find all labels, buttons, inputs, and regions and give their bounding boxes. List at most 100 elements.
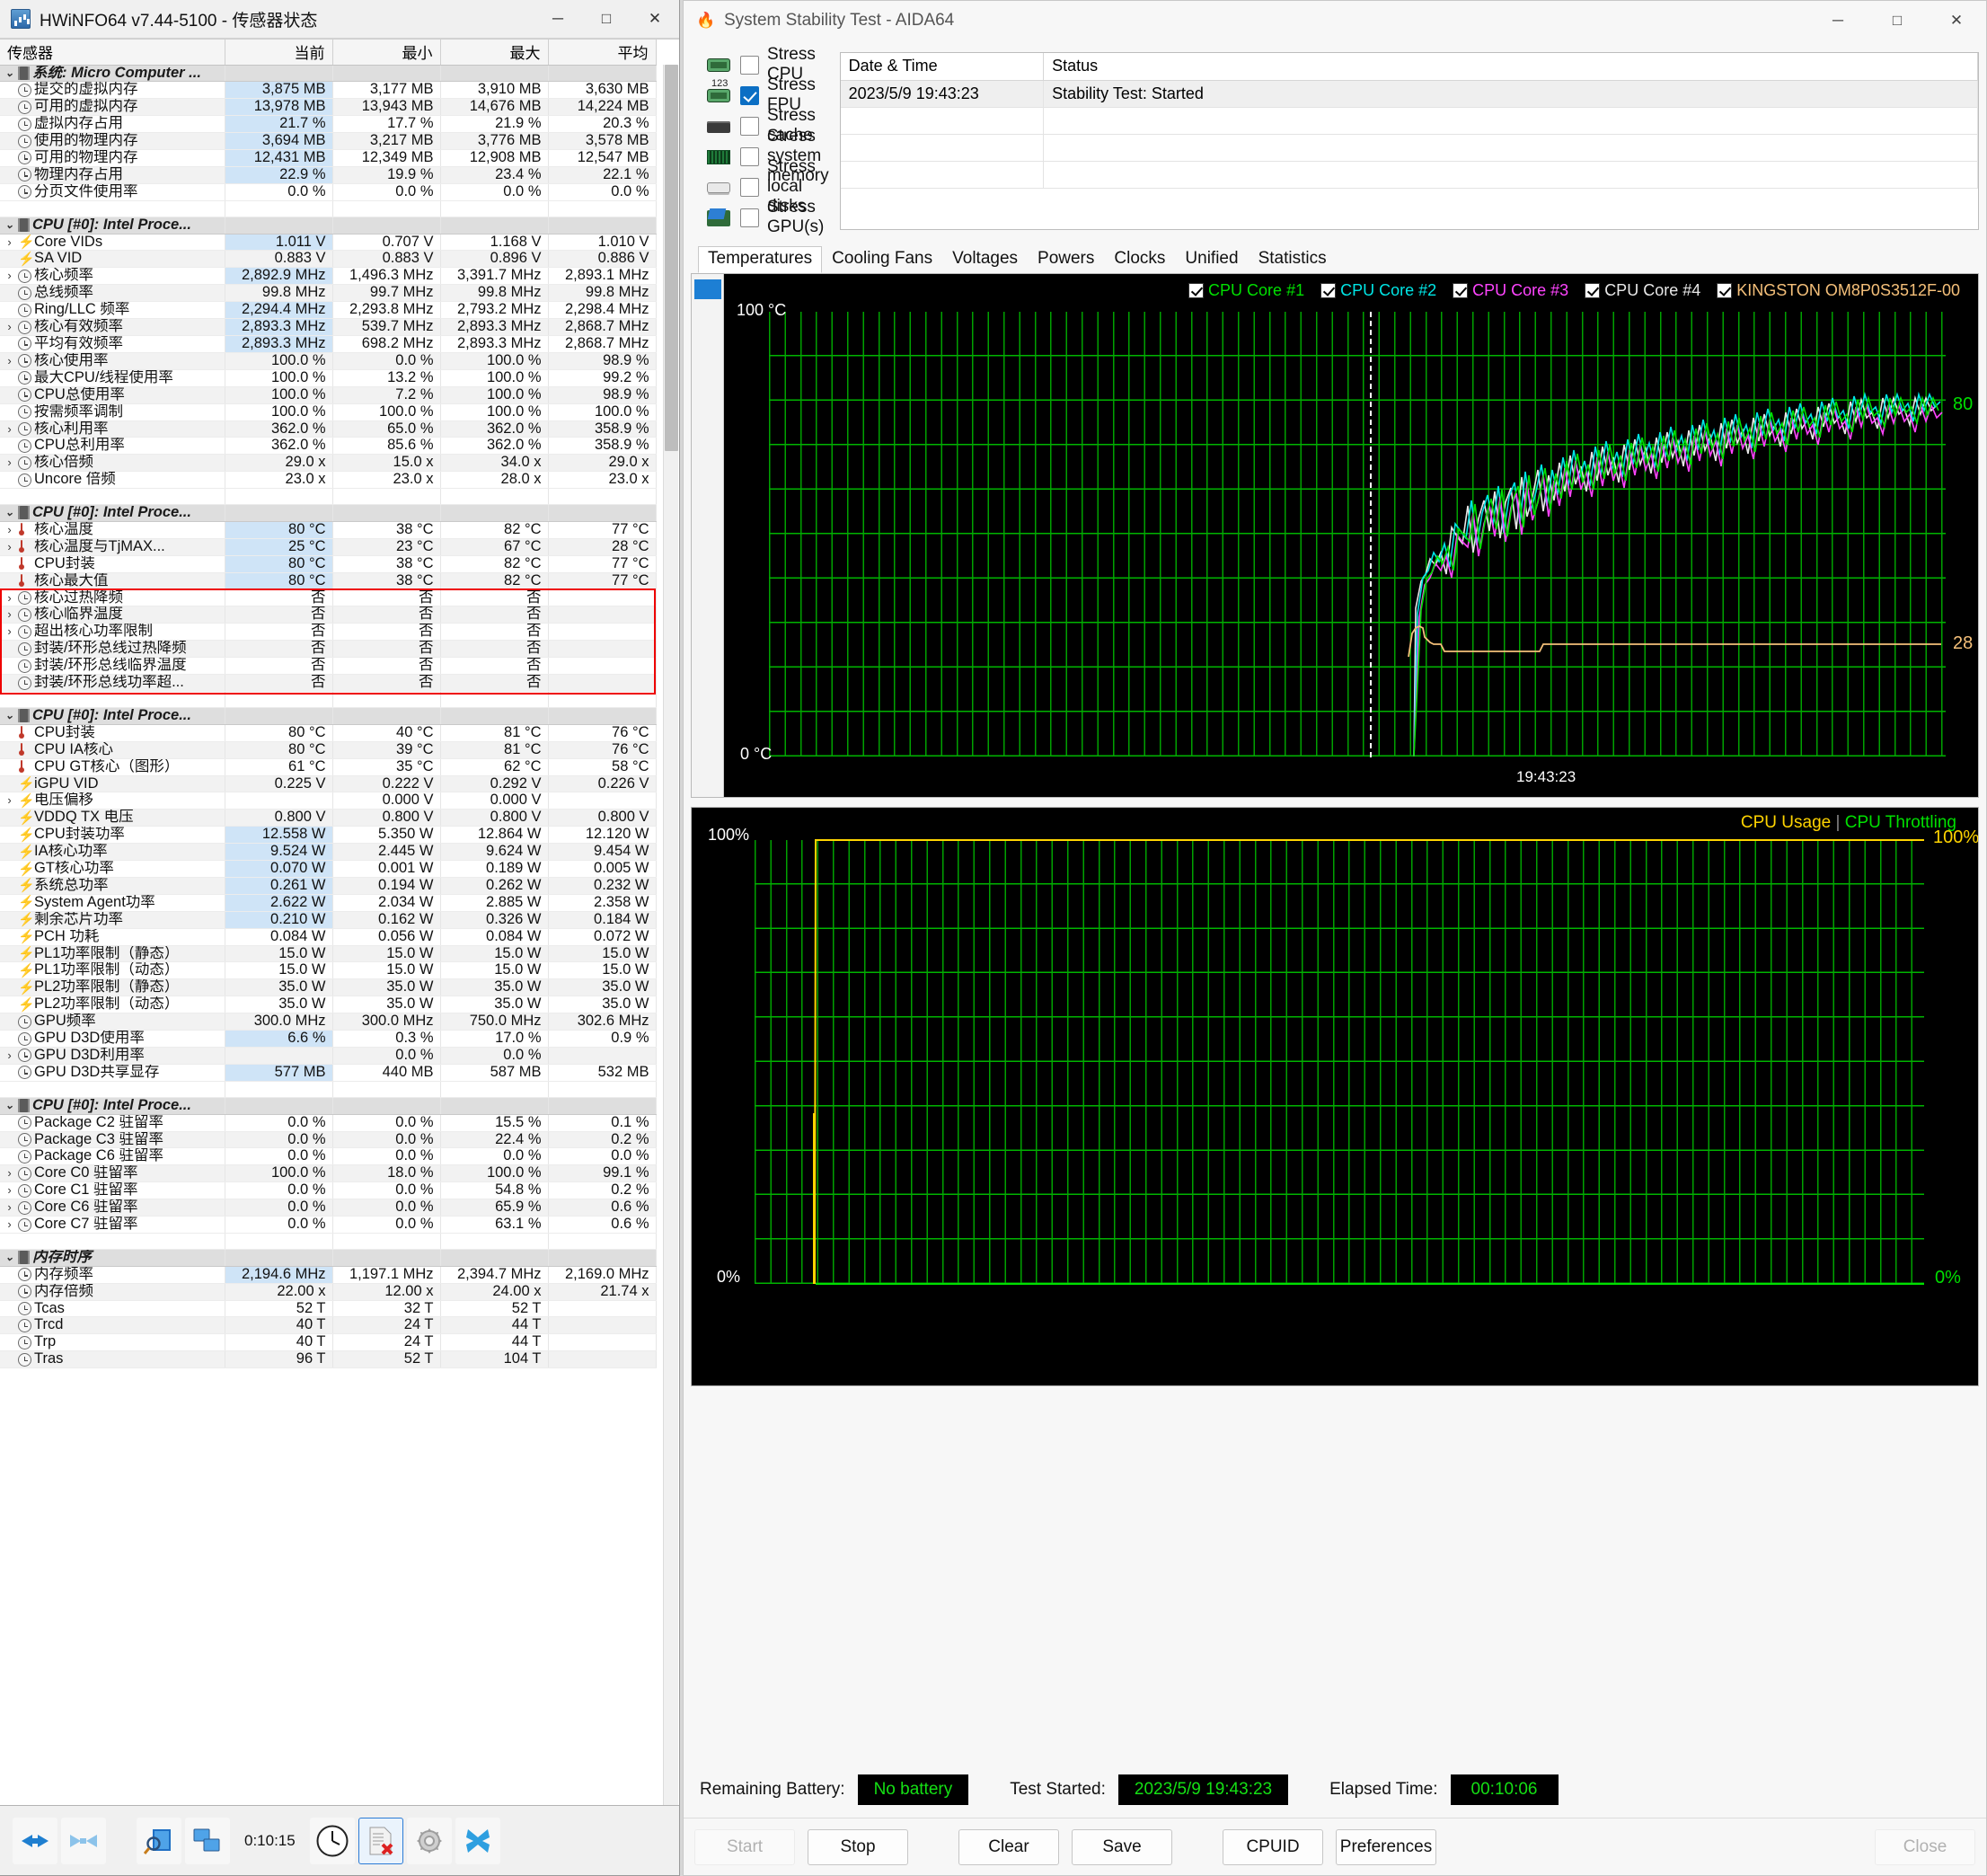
tab-statistics[interactable]: Statistics [1249,246,1337,273]
sensor-row[interactable]: ›电压偏移 0.000 V0.000 V [0,792,657,810]
sensor-row[interactable]: › Core C6 驻留率 0.0 % 0.0 % 65.9 % 0.6 % [0,1199,657,1217]
sensor-row[interactable]: 使用的物理内存 3,694 MB 3,217 MB 3,776 MB 3,578 MB [0,132,657,151]
sensor-grid[interactable]: 传感器 当前 最小 最大 平均 ⌄ 系统: Micro Computer ... 提… [0,39,679,1805]
chevron-right-icon[interactable]: › [4,1182,15,1198]
column-header-sensor[interactable]: 传感器 [0,40,225,66]
sensor-row[interactable]: PCH 功耗0.084 W0.056 W0.084 W0.072 W [0,928,657,946]
sensor-row[interactable]: 提交的虚拟内存 3,875 MB 3,177 MB 3,910 MB 3,630 MB [0,81,657,100]
legend-item[interactable]: KINGSTON OM8P0S3512F-00 [1717,281,1960,300]
column-header-avg[interactable]: 平均 [548,40,657,66]
chevron-right-icon[interactable]: › [4,590,15,606]
sensor-row[interactable]: › 超出核心功率限制否否否 [0,623,657,642]
chevron-right-icon[interactable]: › [4,522,15,537]
aida-close-button[interactable]: ✕ [1927,1,1986,40]
chevron-right-icon[interactable]: › [4,539,15,554]
sensor-row[interactable]: 封装/环形总线临界温度否否否 [0,657,657,676]
stress-option-stress-fpu[interactable]: Stress FPU [707,75,829,114]
sensor-row[interactable]: PL1功率限制（静态）15.0 W15.0 W15.0 W15.0 W [0,945,657,963]
sensor-row[interactable]: Tcas 52 T 32 T 52 T [0,1300,657,1318]
sensor-group-row[interactable]: ⌄ 内存时序 [0,1248,657,1267]
checkbox[interactable] [740,116,759,136]
sensor-row[interactable]: Trcd 40 T 24 T 44 T [0,1316,657,1335]
sensor-row[interactable]: 虚拟内存占用 21.7 % 17.7 % 21.9 % 20.3 % [0,115,657,134]
legend-item[interactable]: CPU Core #4 [1585,281,1700,300]
sensor-row[interactable]: ›Core VIDs1.011 V0.707 V1.168 V1.010 V [0,234,657,252]
column-header-current[interactable]: 当前 [225,40,333,66]
chevron-down-icon[interactable]: ⌄ [4,66,15,81]
chevron-down-icon[interactable]: ⌄ [4,217,15,233]
log-row[interactable]: 2023/5/9 19:43:23 Stability Test: Starte… [840,80,1978,108]
sensor-row[interactable]: › Core C1 驻留率 0.0 % 0.0 % 54.8 % 0.2 % [0,1181,657,1200]
sensor-row[interactable]: CPU总利用率 362.0 % 85.6 % 362.0 % 358.9 % [0,437,657,456]
sensor-row[interactable]: SA VID0.883 V0.883 V0.896 V0.886 V [0,250,657,269]
legend-item[interactable]: CPU Core #3 [1453,281,1568,300]
preferences-button[interactable]: Preferences [1336,1828,1436,1865]
sensor-row[interactable]: CPU总使用率 100.0 % 7.2 % 100.0 % 98.9 % [0,386,657,404]
remote-monitor-button[interactable] [185,1817,230,1864]
tab-powers[interactable]: Powers [1028,246,1104,273]
chevron-right-icon[interactable]: › [4,1217,15,1232]
chevron-right-icon[interactable]: › [4,234,15,250]
stress-option-stress-local-disks[interactable]: Stress local disks [707,157,829,216]
collapse-all-button[interactable] [61,1817,106,1864]
sensor-row[interactable]: CPU IA核心 80 °C 39 °C 81 °C 76 °C [0,741,657,759]
legend-cpu-usage[interactable]: CPU Usage [1741,813,1831,832]
status-log-table[interactable]: Date & Time Status 2023/5/9 19:43:23 Sta… [839,52,1979,230]
aida-maximize-button[interactable]: □ [1868,1,1927,40]
sensor-row[interactable]: IA核心功率9.524 W2.445 W9.624 W9.454 W [0,843,657,862]
minimize-button[interactable]: ─ [534,0,582,39]
sensor-row[interactable]: › GPU D3D利用率 0.0 % 0.0 % [0,1047,657,1065]
sensor-row[interactable]: 剩余芯片功率0.210 W0.162 W0.326 W0.184 W [0,911,657,929]
exit-button[interactable] [455,1817,500,1864]
save-button[interactable]: Save [1072,1828,1172,1865]
column-header-max[interactable]: 最大 [440,40,549,66]
sensor-row[interactable]: › 核心使用率 100.0 % 0.0 % 100.0 % 98.9 % [0,352,657,370]
sensor-row[interactable]: Package C6 驻留率 0.0 % 0.0 % 0.0 % 0.0 % [0,1147,657,1166]
sensor-row[interactable]: 可用的物理内存 12,431 MB 12,349 MB 12,908 MB 12,547… [0,149,657,167]
checkbox[interactable] [740,85,759,105]
aida-close-dialog-button[interactable]: Close [1875,1828,1975,1865]
sensor-row[interactable]: Package C3 驻留率 0.0 % 0.0 % 22.4 % 0.2 % [0,1131,657,1149]
sensor-row[interactable]: 内存倍频 22.00 x 12.00 x 24.00 x 21.74 x [0,1283,657,1301]
sensor-row[interactable]: CPU封装 80 °C 40 °C 81 °C 76 °C [0,724,657,742]
sensor-row[interactable]: CPU封装功率12.558 W5.350 W12.864 W12.120 W [0,826,657,845]
tab-temperatures[interactable]: Temperatures [698,246,823,273]
chevron-down-icon[interactable]: ⌄ [4,708,15,723]
chevron-right-icon[interactable]: › [4,1199,15,1215]
temperature-graph-sidebar[interactable] [692,274,724,797]
sensor-row[interactable]: 按需频率调制 100.0 % 100.0 % 100.0 % 100.0 % [0,403,657,421]
sensor-row[interactable]: System Agent功率2.622 W2.034 W2.885 W2.358… [0,894,657,912]
sensor-row[interactable]: › 核心温度与TjMAX... 25 °C 23 °C 67 °C 28 °C [0,538,657,556]
sensor-row[interactable]: iGPU VID0.225 V0.222 V0.292 V0.226 V [0,775,657,793]
sensor-row[interactable]: 内存频率 2,194.6 MHz 1,197.1 MHz 2,394.7 MHz 2,1… [0,1266,657,1284]
checkbox[interactable] [740,146,759,166]
sensor-row[interactable]: 物理内存占用 22.9 % 19.9 % 23.4 % 22.1 % [0,166,657,184]
temperature-graph-canvas[interactable]: CPU Core #1 CPU Core #2 CPU Core #3 CPU Cor… [724,274,1978,797]
sensor-group-row[interactable]: ⌄ CPU [#0]: Intel Proce... [0,504,657,522]
settings-button[interactable] [406,1817,452,1864]
sensor-row[interactable]: 最大CPU/线程使用率 100.0 % 13.2 % 100.0 % 99.2 % [0,369,657,387]
close-button[interactable]: ✕ [631,0,679,39]
sensor-row[interactable]: GPU D3D共享显存 577 MB 440 MB 587 MB 532 MB [0,1064,657,1082]
tab-voltages[interactable]: Voltages [942,246,1028,273]
checkbox[interactable] [740,177,759,197]
checkbox[interactable] [1453,283,1469,298]
chevron-down-icon[interactable]: ⌄ [4,1250,15,1265]
checkbox[interactable] [740,208,759,227]
start-button[interactable]: Start [694,1828,795,1865]
sensor-row[interactable]: › 核心有效频率 2,893.3 MHz 539.7 MHz 2,893.3 MHz 2,… [0,318,657,336]
sensor-row[interactable]: CPU封装 80 °C 38 °C 82 °C 77 °C [0,555,657,573]
sensor-row[interactable]: 平均有效频率 2,893.3 MHz 698.2 MHz 2,893.3 MHz 2,8… [0,335,657,353]
stop-button[interactable]: Stop [808,1828,908,1865]
chevron-right-icon[interactable]: › [4,268,15,283]
checkbox[interactable] [1320,283,1337,298]
sensor-row[interactable]: › 核心过热降频否否否 [0,589,657,607]
column-header-min[interactable]: 最小 [332,40,441,66]
sensor-row[interactable]: 核心最大值 80 °C 38 °C 82 °C 77 °C [0,572,657,590]
sensor-row[interactable]: PL2功率限制（动态）35.0 W35.0 W35.0 W35.0 W [0,996,657,1014]
expand-all-button[interactable] [13,1817,57,1864]
chevron-right-icon[interactable]: › [4,455,15,470]
sensor-row[interactable]: Package C2 驻留率 0.0 % 0.0 % 15.5 % 0.1 % [0,1114,657,1132]
chevron-right-icon[interactable]: › [4,792,15,808]
sensor-row[interactable]: 封装/环形总线功率超... 否否否 [0,674,657,692]
